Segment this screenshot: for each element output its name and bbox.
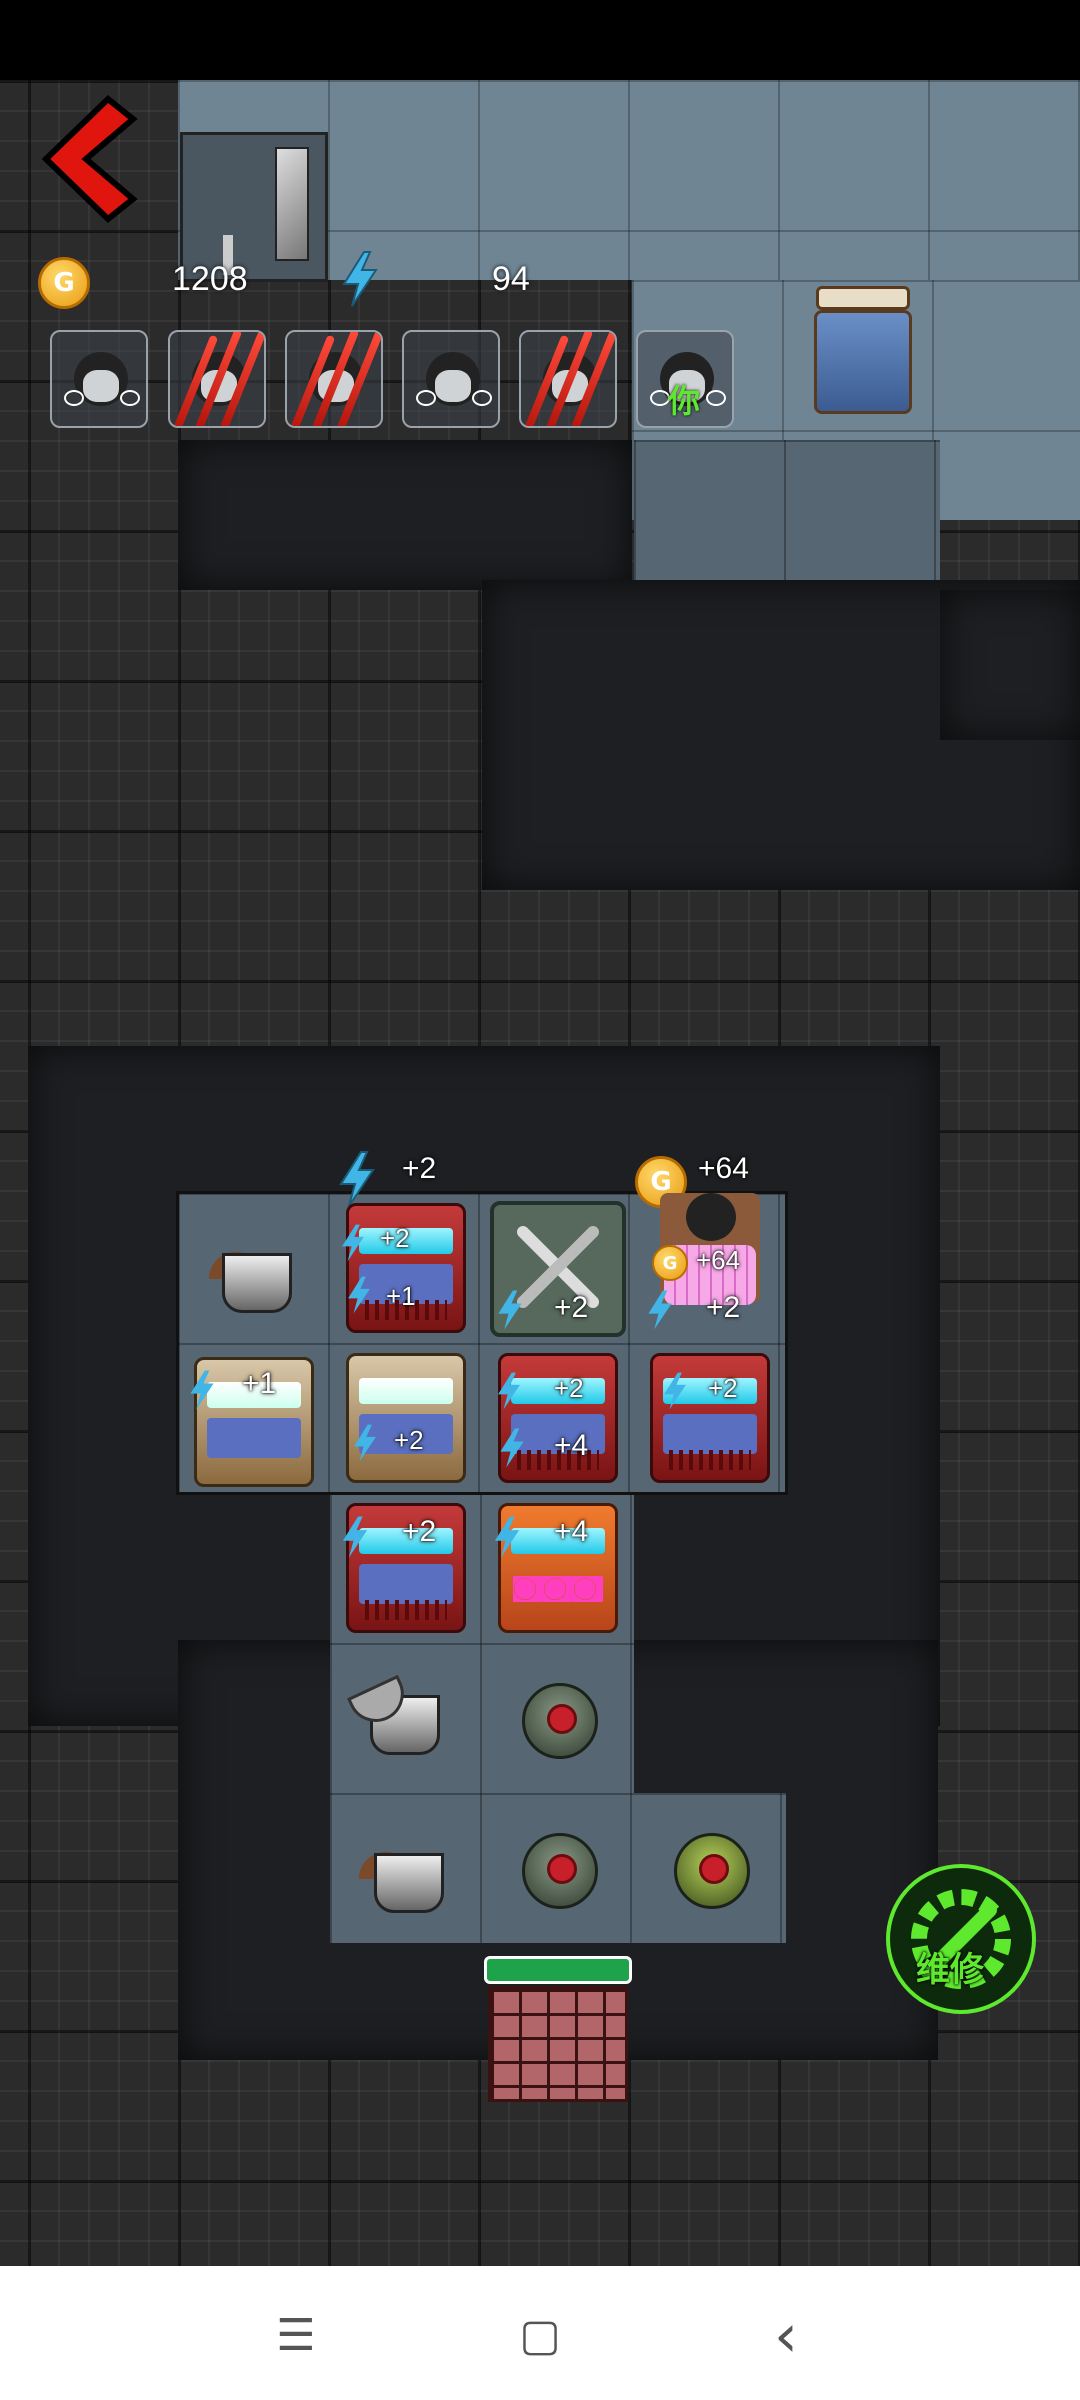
- system-nav-bar: ☰ ▢ ‹: [0, 2266, 1080, 2400]
- bow-icon: [706, 390, 726, 406]
- upper-corridor: [178, 440, 632, 590]
- player-slot-2[interactable]: [168, 330, 266, 428]
- energy-bolt-icon: [342, 1516, 368, 1558]
- bucket-icon: [374, 1853, 444, 1913]
- arcade-machine-2[interactable]: +1: [178, 1343, 328, 1493]
- player-face: [435, 370, 471, 402]
- upper-corridor-3: [940, 590, 1080, 740]
- repair-label: 维修: [916, 1950, 984, 1990]
- energy-bolt-icon: [498, 1372, 520, 1410]
- gear-icon: [547, 1854, 577, 1884]
- turret-2[interactable]: [482, 1793, 632, 1943]
- gear-icon: [547, 1704, 577, 1734]
- repair-tools-item[interactable]: +2: [482, 1193, 632, 1343]
- bow-icon: [472, 390, 492, 406]
- player-slot-5[interactable]: [519, 330, 617, 428]
- status-bar: [0, 0, 1080, 80]
- turret-1[interactable]: [482, 1643, 632, 1793]
- gear-icon: [699, 1854, 729, 1884]
- player-face: [83, 370, 119, 402]
- bow-icon: [120, 390, 140, 406]
- gold-coin-icon: G: [38, 257, 90, 309]
- energy-bolt-icon: [500, 1428, 524, 1468]
- arcade-machine-1[interactable]: +2 +1: [330, 1193, 480, 1343]
- back-button[interactable]: [38, 94, 138, 224]
- machine-bottom-bonus: +4: [554, 1429, 589, 1462]
- player-slot-3[interactable]: [285, 330, 383, 428]
- energy-bolt-icon: [190, 1370, 214, 1410]
- paint-bucket-item-2[interactable]: [330, 1793, 480, 1943]
- machine-bottom-bonus: +2: [394, 1425, 424, 1455]
- bow-icon: [650, 390, 670, 406]
- energy-bolt-icon: [664, 1372, 686, 1410]
- arcade-machine-4[interactable]: +2 +4: [482, 1343, 632, 1493]
- paint-bucket-item[interactable]: [178, 1193, 328, 1343]
- energy-bolt-icon: [348, 1276, 370, 1314]
- energy-amount: 94: [492, 260, 530, 298]
- arcade-machine-3[interactable]: +2: [330, 1343, 480, 1493]
- bed-energy-label: +2: [706, 1291, 741, 1324]
- self-label: 你: [668, 382, 701, 420]
- repair-button[interactable]: 维修: [886, 1864, 1036, 2014]
- machine-top-bonus: +2: [402, 1515, 437, 1548]
- back-arrow-icon: [41, 95, 138, 223]
- energy-bolt-icon: [342, 1224, 364, 1262]
- energy-income-label: +2: [402, 1152, 437, 1185]
- energy-bolt-icon: [498, 1290, 522, 1330]
- arcade-machine-6[interactable]: +2: [330, 1493, 480, 1643]
- shovel-bucket-item[interactable]: [330, 1643, 480, 1793]
- player-avatar: [686, 1193, 736, 1241]
- machine-top-bonus: +2: [708, 1373, 738, 1403]
- player-bed[interactable]: G +64 +2: [634, 1193, 784, 1343]
- menu-icon[interactable]: ☰: [266, 2306, 326, 2366]
- bow-icon: [416, 390, 436, 406]
- home-icon[interactable]: ▢: [510, 2306, 570, 2366]
- energy-bolt-icon: [354, 1424, 376, 1462]
- machine-bottom-bonus: +1: [386, 1281, 416, 1311]
- bucket-icon: [222, 1253, 292, 1313]
- gold-coin-icon: G: [652, 1245, 688, 1281]
- player-slot-4[interactable]: [402, 330, 500, 428]
- upper-bed[interactable]: [808, 286, 918, 420]
- machine-top-bonus: +4: [554, 1515, 589, 1548]
- back-icon[interactable]: ‹: [756, 2306, 816, 2366]
- turret-3[interactable]: [634, 1793, 784, 1943]
- door-health-bar: [484, 1956, 632, 1984]
- game-map: G 1208 94 你 +2 G +64 +2 +1 +2 G +64 +2 +…: [0, 80, 1080, 2266]
- arcade-machine-7[interactable]: +4: [482, 1493, 632, 1643]
- machine-top-bonus: +2: [380, 1223, 410, 1253]
- bow-icon: [64, 390, 84, 406]
- gold-income-label: +64: [698, 1152, 749, 1185]
- energy-bolt-icon: [342, 251, 378, 307]
- bed-gold-label: +64: [696, 1245, 741, 1275]
- base-door[interactable]: [484, 1956, 632, 2104]
- arcade-machine-5[interactable]: +2: [634, 1343, 784, 1493]
- player-slot-6-self[interactable]: 你: [636, 330, 734, 428]
- player-slot-1[interactable]: [50, 330, 148, 428]
- energy-bolt-icon: [648, 1290, 672, 1330]
- tool-bonus-label: +2: [554, 1291, 589, 1324]
- gold-amount: 1208: [172, 260, 248, 298]
- energy-bolt-icon: [494, 1516, 520, 1558]
- machine-top-bonus: +2: [554, 1373, 584, 1403]
- machine-top-bonus: +1: [242, 1367, 277, 1400]
